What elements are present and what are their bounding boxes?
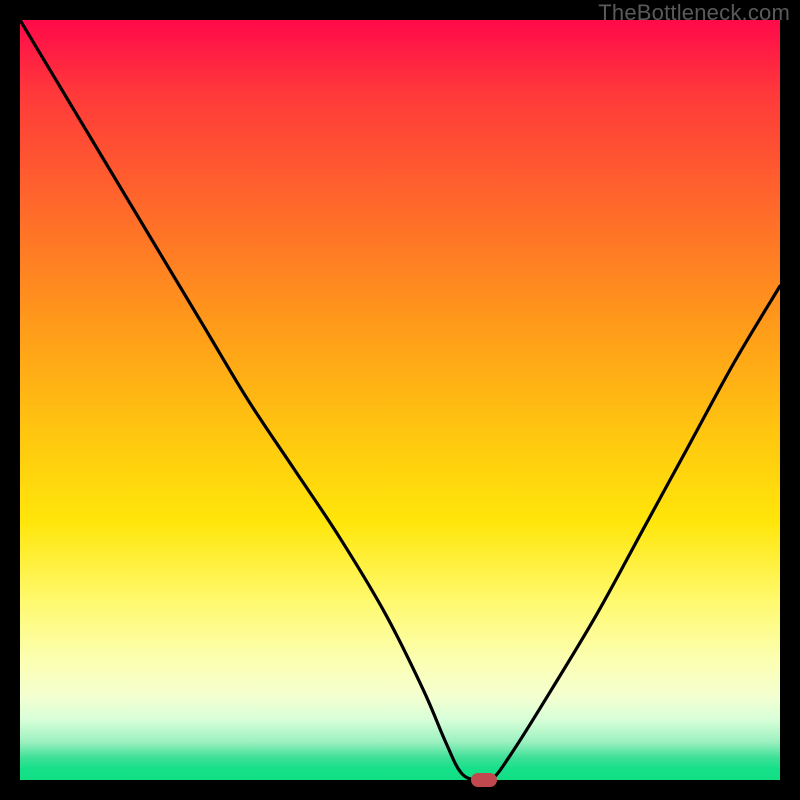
chart-frame bbox=[20, 20, 780, 780]
optimal-point-marker bbox=[471, 773, 497, 787]
chart-curve-svg bbox=[20, 20, 780, 780]
bottleneck-curve-path bbox=[20, 20, 780, 783]
